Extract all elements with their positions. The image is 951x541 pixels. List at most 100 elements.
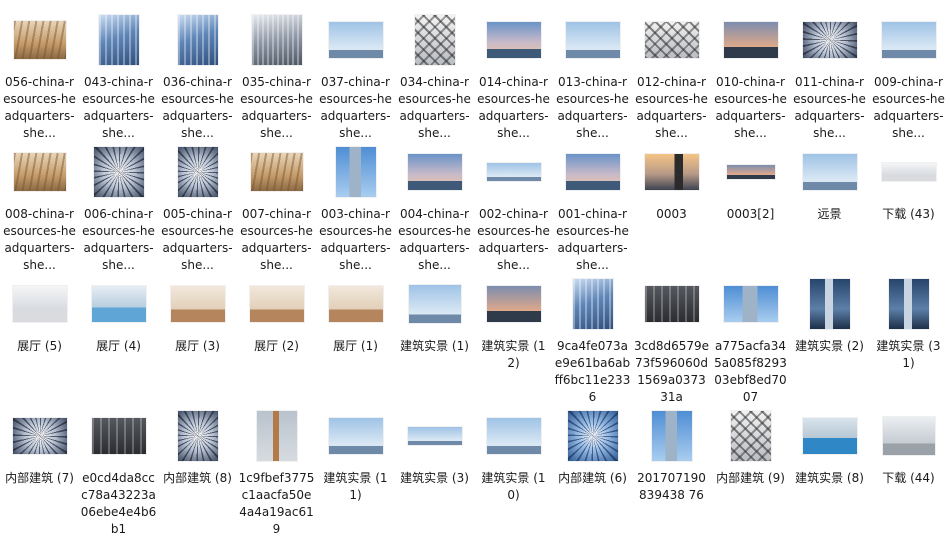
- file-name-label: 004-china-resources-headquarters-she...: [398, 207, 471, 272]
- file-item[interactable]: 内部建筑 (6): [553, 404, 632, 536]
- file-item[interactable]: 010-china-resources-headquarters-she...: [711, 8, 790, 140]
- file-item[interactable]: e0cd4da8ccc78a43223a06ebe4e4b6b1: [79, 404, 158, 536]
- file-item[interactable]: 004-china-resources-headquarters-she...: [395, 140, 474, 272]
- file-item[interactable]: 0003[2]: [711, 140, 790, 272]
- lobby-photo-thumbnail-icon: [328, 286, 383, 322]
- file-item[interactable]: 035-china-resources-headquarters-she...: [237, 8, 316, 140]
- file-name-label: 建筑实景 (8): [795, 471, 864, 485]
- lobby-photo-thumbnail-icon: [881, 163, 936, 181]
- thumbnail-frame: [798, 8, 862, 72]
- file-item[interactable]: 056-china-resources-headquarters-she...: [0, 8, 79, 140]
- file-item[interactable]: 展厅 (5): [0, 272, 79, 404]
- file-name-label: 034-china-resources-headquarters-she...: [398, 75, 471, 140]
- file-name-label: 3cd8d6579e73f596060d1569a037331a: [633, 339, 710, 404]
- file-item[interactable]: 005-china-resources-headquarters-she...: [158, 140, 237, 272]
- thumbnail-frame: [8, 8, 72, 72]
- file-item[interactable]: 建筑实景 (10): [474, 404, 553, 536]
- thumbnail-frame: [87, 140, 151, 204]
- tower-photo-thumbnail-icon: [256, 411, 297, 461]
- pool-photo-thumbnail-icon: [802, 418, 857, 454]
- thumbnail-frame: [8, 140, 72, 204]
- lobby-photo-thumbnail-icon: [249, 286, 304, 322]
- file-item[interactable]: 建筑实景 (11): [316, 404, 395, 536]
- thumbnail-frame: [8, 404, 72, 468]
- file-item[interactable]: 建筑实景 (3): [395, 404, 474, 536]
- file-item[interactable]: 内部建筑 (7): [0, 404, 79, 536]
- file-item[interactable]: 下载 (44): [869, 404, 948, 536]
- file-item[interactable]: 007-china-resources-headquarters-she...: [237, 140, 316, 272]
- file-item[interactable]: 1c9fbef3775c1aacfa50e4a4a19ac619: [237, 404, 316, 536]
- thumbnail-frame: [640, 404, 704, 468]
- file-item[interactable]: 034-china-resources-headquarters-she...: [395, 8, 474, 140]
- file-item[interactable]: 011-china-resources-headquarters-she...: [790, 8, 869, 140]
- thumbnail-frame: [87, 8, 151, 72]
- file-item[interactable]: 建筑实景 (12): [474, 272, 553, 404]
- file-name-label: 011-china-resources-headquarters-she...: [793, 75, 866, 140]
- dome-photo-thumbnail-icon: [93, 147, 144, 197]
- file-item[interactable]: 013-china-resources-headquarters-she...: [553, 8, 632, 140]
- file-item[interactable]: 3cd8d6579e73f596060d1569a037331a: [632, 272, 711, 404]
- file-item[interactable]: 下载 (43): [869, 140, 948, 272]
- thumbnail-frame: [245, 272, 309, 336]
- file-item[interactable]: 建筑实景 (1): [395, 272, 474, 404]
- file-item[interactable]: 展厅 (4): [79, 272, 158, 404]
- thumbnail-frame: [482, 272, 546, 336]
- dome-photo-thumbnail-icon: [802, 22, 857, 58]
- skyline-photo-thumbnail-icon: [726, 165, 775, 179]
- file-name-label: 035-china-resources-headquarters-she...: [240, 75, 313, 140]
- file-name-label: 建筑实景 (1): [400, 339, 469, 353]
- skyline-photo-thumbnail-icon: [723, 286, 778, 322]
- file-item[interactable]: 内部建筑 (9): [711, 404, 790, 536]
- file-item[interactable]: 远景: [790, 140, 869, 272]
- file-name-label: 036-china-resources-headquarters-she...: [161, 75, 234, 140]
- tower-photo-thumbnail-icon: [98, 15, 139, 65]
- file-item[interactable]: 建筑实景 (31): [869, 272, 948, 404]
- file-item[interactable]: 036-china-resources-headquarters-she...: [158, 8, 237, 140]
- file-name-label: 建筑实景 (2): [795, 339, 864, 353]
- file-item[interactable]: 043-china-resources-headquarters-she...: [79, 8, 158, 140]
- file-item[interactable]: 0003: [632, 140, 711, 272]
- file-item[interactable]: 201707190839438 76: [632, 404, 711, 536]
- file-item[interactable]: a775acfa345a085f829303ebf8ed7007: [711, 272, 790, 404]
- file-item[interactable]: 014-china-resources-headquarters-she...: [474, 8, 553, 140]
- file-item[interactable]: 003-china-resources-headquarters-she...: [316, 140, 395, 272]
- thumbnail-frame: [719, 404, 783, 468]
- tower-photo-thumbnail-icon: [888, 279, 929, 329]
- tower-photo-thumbnail-icon: [572, 279, 613, 329]
- file-item[interactable]: 002-china-resources-headquarters-she...: [474, 140, 553, 272]
- file-name-label: 内部建筑 (9): [716, 471, 785, 485]
- file-item[interactable]: 9ca4fe073ae9e61ba6abff6bc11e2336: [553, 272, 632, 404]
- file-name-label: 建筑实景 (11): [323, 471, 388, 502]
- file-item[interactable]: 006-china-resources-headquarters-she...: [79, 140, 158, 272]
- file-name-label: 远景: [817, 207, 842, 221]
- file-item[interactable]: 001-china-resources-headquarters-she...: [553, 140, 632, 272]
- file-item[interactable]: 建筑实景 (2): [790, 272, 869, 404]
- skyline-photo-thumbnail-icon: [408, 285, 461, 323]
- file-name-label: 展厅 (1): [333, 339, 378, 353]
- file-item[interactable]: 037-china-resources-headquarters-she...: [316, 8, 395, 140]
- skyline-photo-thumbnail-icon: [486, 163, 541, 181]
- file-item[interactable]: 008-china-resources-headquarters-she...: [0, 140, 79, 272]
- file-item[interactable]: 展厅 (2): [237, 272, 316, 404]
- file-item[interactable]: 009-china-resources-headquarters-she...: [869, 8, 948, 140]
- file-item[interactable]: 内部建筑 (8): [158, 404, 237, 536]
- thumbnail-frame: [324, 272, 388, 336]
- file-item[interactable]: 012-china-resources-headquarters-she...: [632, 8, 711, 140]
- file-name-label: 1c9fbef3775c1aacfa50e4a4a19ac619: [238, 471, 315, 536]
- file-name-label: 内部建筑 (6): [558, 471, 627, 485]
- dome-photo-thumbnail-icon: [12, 418, 67, 454]
- tower-photo-thumbnail-icon: [335, 147, 376, 197]
- thumbnail-frame: [798, 140, 862, 204]
- thumbnail-frame: [877, 404, 941, 468]
- file-item[interactable]: 建筑实景 (8): [790, 404, 869, 536]
- thumbnail-frame: [403, 404, 467, 468]
- file-item[interactable]: 展厅 (1): [316, 272, 395, 404]
- file-name-label: 内部建筑 (8): [163, 471, 232, 485]
- skyline-photo-thumbnail-icon: [486, 286, 541, 322]
- thumbnail-frame: [403, 8, 467, 72]
- thumbnail-frame: [482, 8, 546, 72]
- file-icon-grid: 056-china-resources-headquarters-she... 0…: [0, 8, 951, 536]
- thumbnail-frame: [798, 404, 862, 468]
- thumbnail-frame: [324, 404, 388, 468]
- file-item[interactable]: 展厅 (3): [158, 272, 237, 404]
